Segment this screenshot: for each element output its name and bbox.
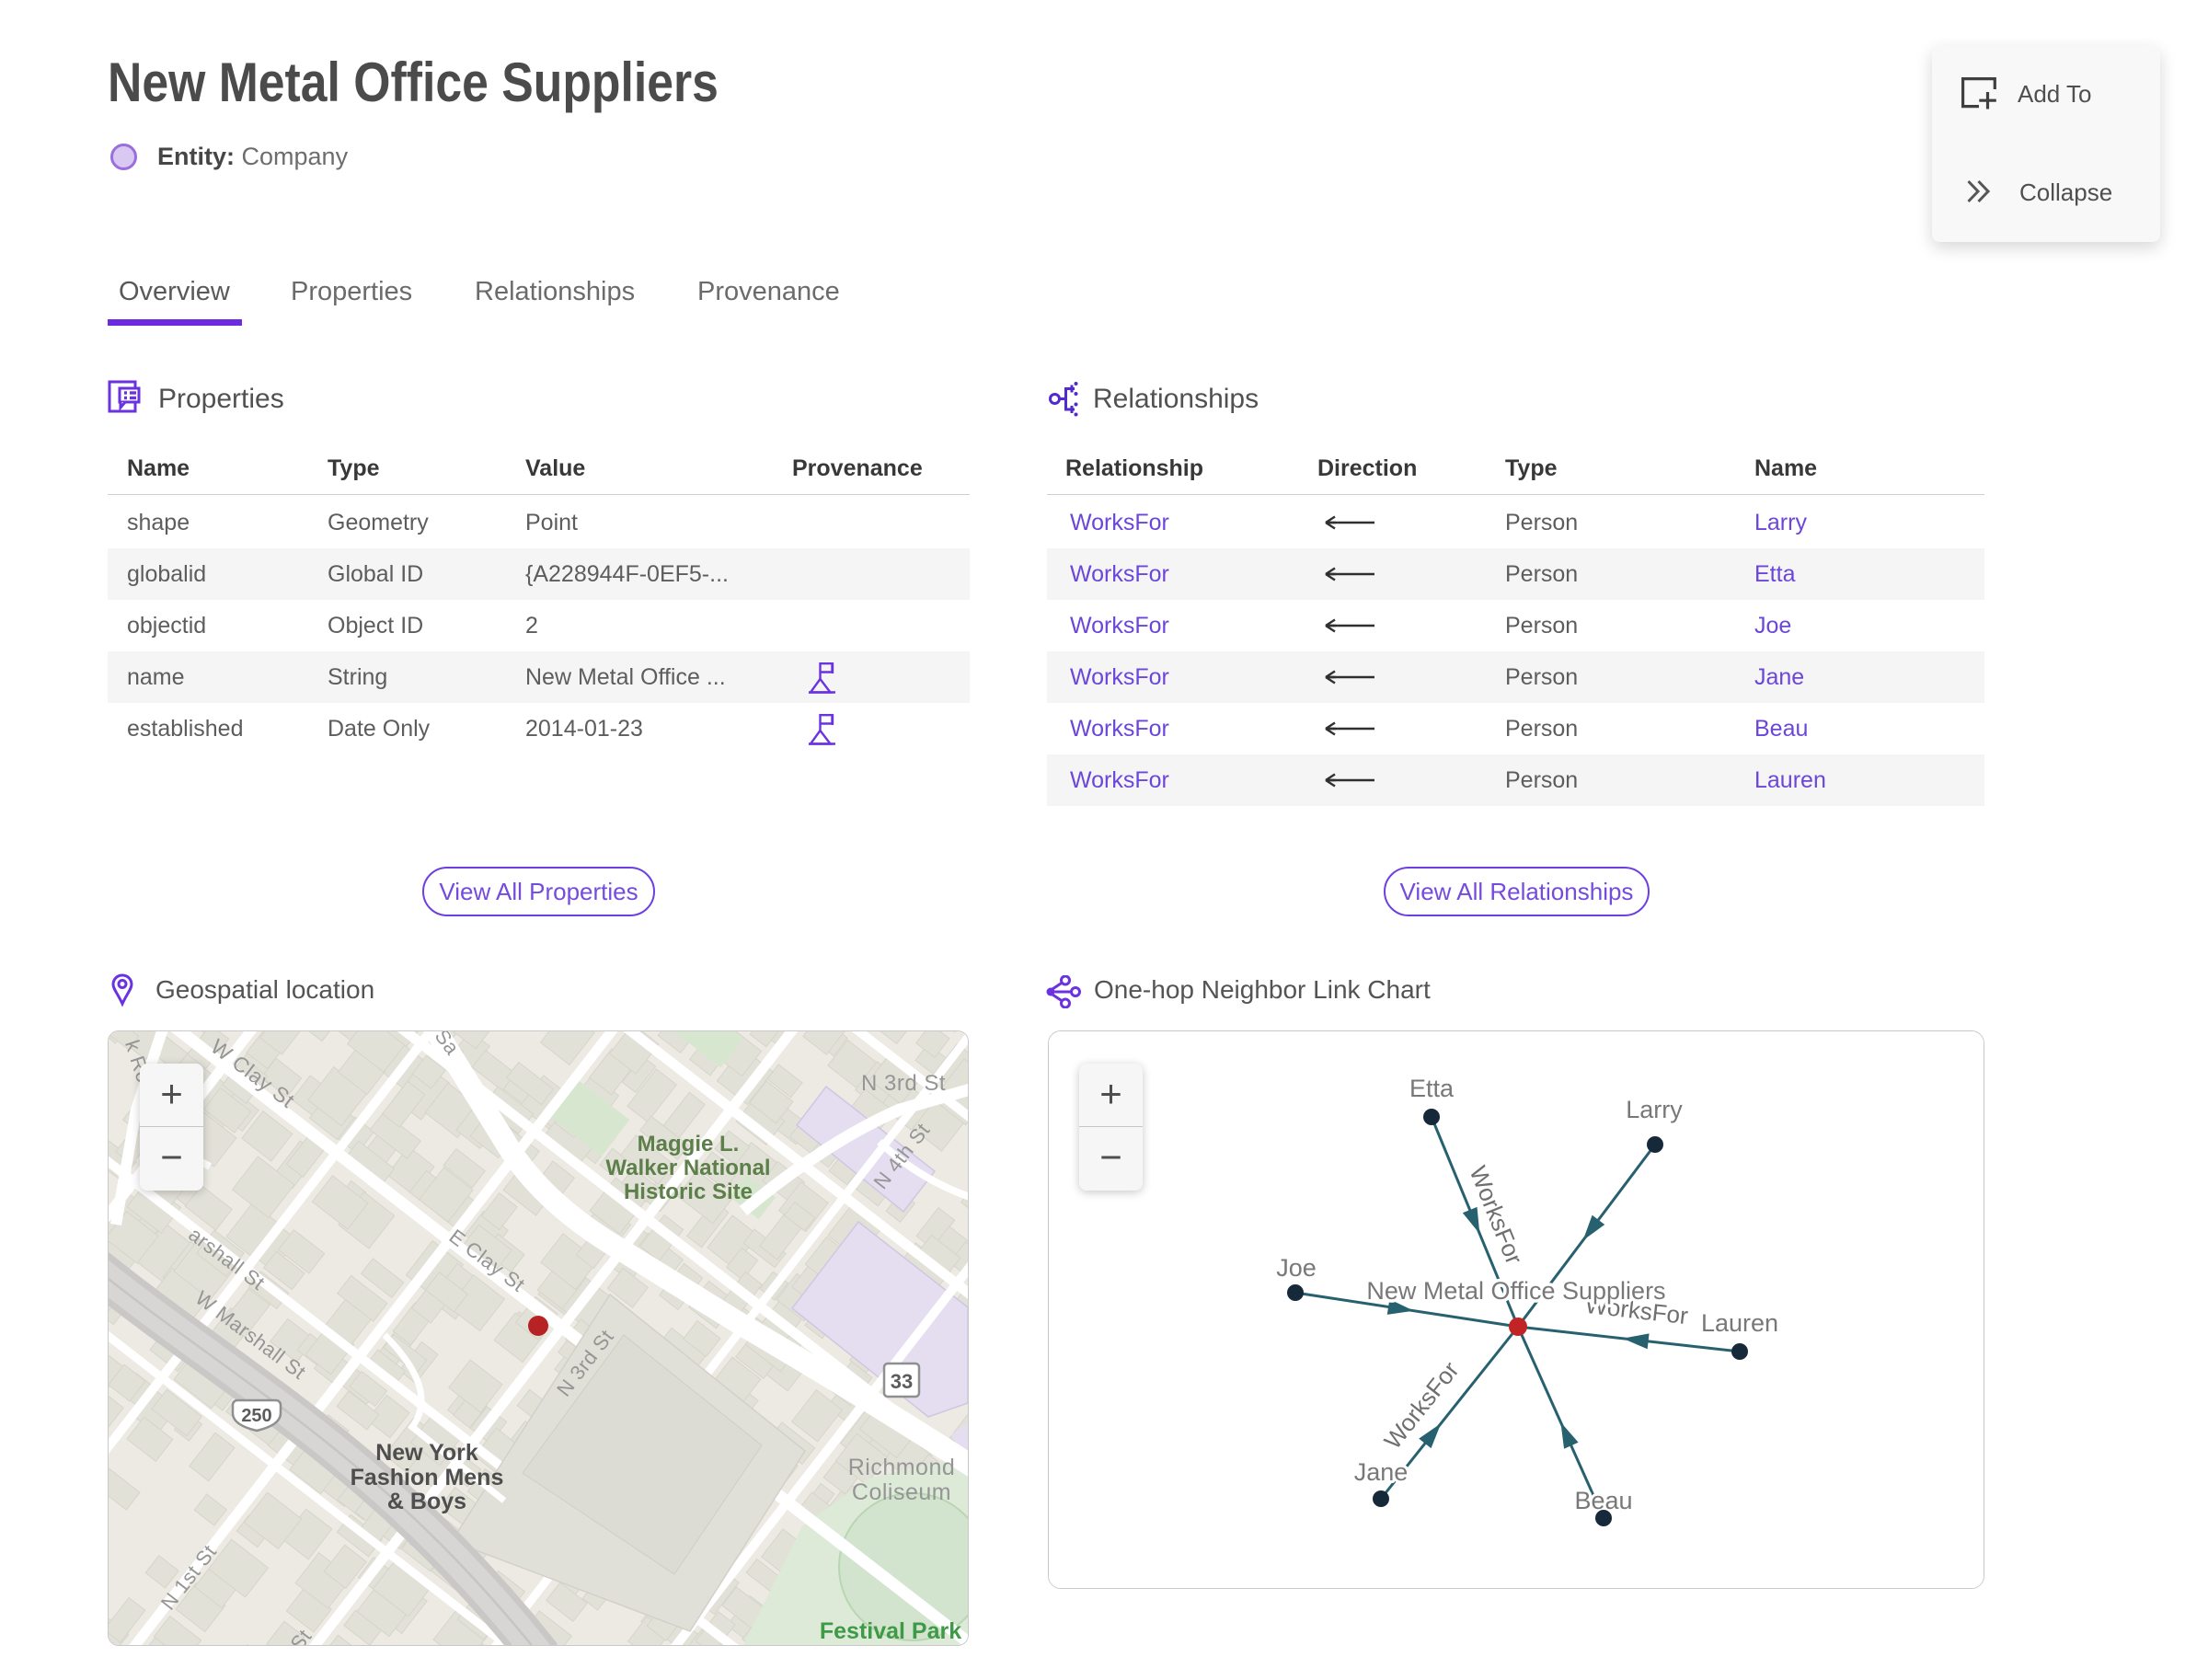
svg-text:Coliseum: Coliseum [852, 1479, 951, 1505]
svg-text:Richmond: Richmond [848, 1455, 956, 1480]
svg-text:Festival Park: Festival Park [820, 1618, 961, 1644]
svg-text:New Metal Office Suppliers: New Metal Office Suppliers [1366, 1277, 1665, 1305]
svg-text:Etta: Etta [1409, 1075, 1455, 1102]
svg-text:250: 250 [241, 1406, 271, 1426]
svg-text:Historic Site: Historic Site [624, 1179, 753, 1204]
svg-text:Walker National: Walker National [605, 1156, 770, 1180]
svg-text:Larry: Larry [1626, 1096, 1683, 1123]
svg-text:Lauren: Lauren [1701, 1309, 1778, 1337]
svg-text:Joe: Joe [1276, 1254, 1317, 1282]
svg-text:N 3rd St: N 3rd St [861, 1071, 946, 1096]
svg-text:New York: New York [375, 1440, 478, 1466]
svg-text:Fashion Mens: Fashion Mens [351, 1465, 504, 1490]
svg-text:33: 33 [891, 1370, 913, 1393]
svg-text:& Boys: & Boys [387, 1489, 466, 1514]
svg-text:Maggie L.: Maggie L. [638, 1132, 740, 1156]
svg-text:Jane: Jane [1354, 1458, 1409, 1486]
